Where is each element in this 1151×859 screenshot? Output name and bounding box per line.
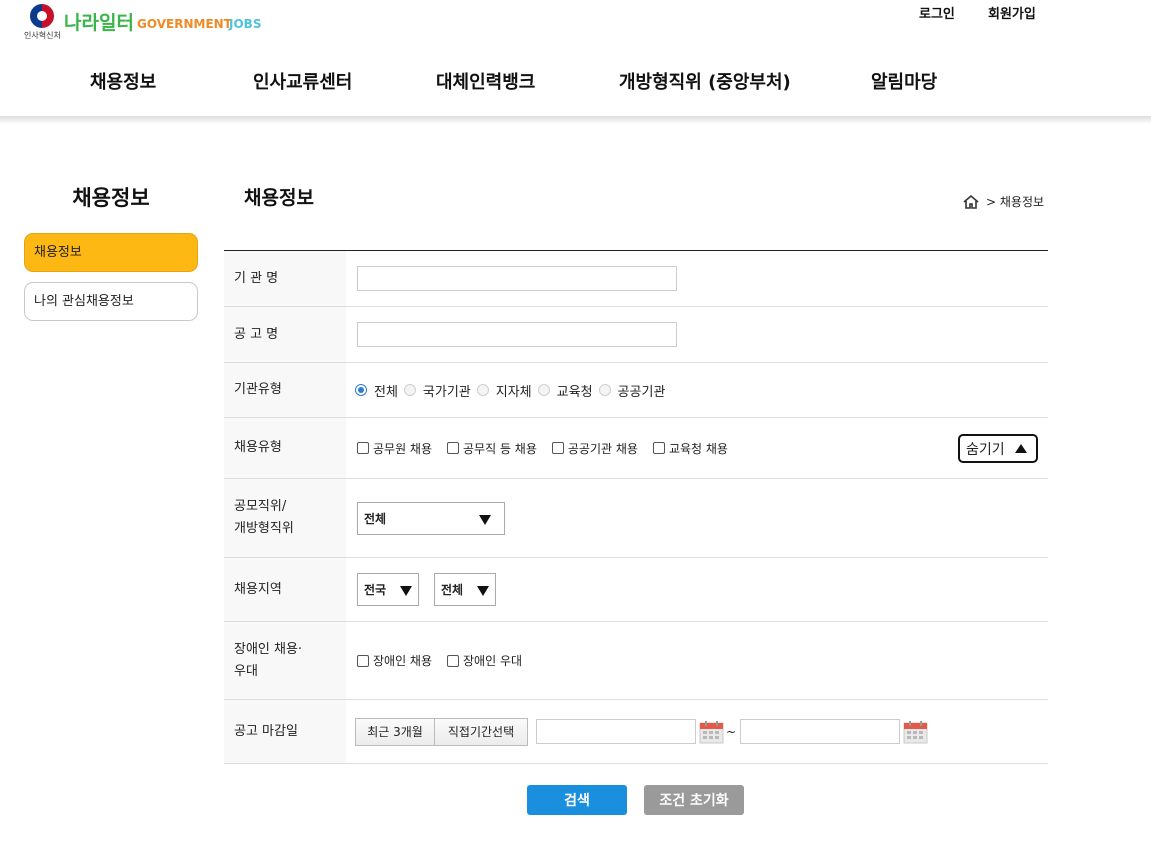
site-logo[interactable]: 인사혁신처 나라일터 GOVERNMENT JOBS bbox=[24, 2, 284, 42]
radio-unchecked-icon[interactable] bbox=[476, 384, 489, 396]
row-region: 채용지역 전국 전체 bbox=[224, 558, 1048, 622]
agency-type-public[interactable]: 공공기관 bbox=[598, 381, 665, 400]
checkbox-icon[interactable] bbox=[357, 442, 369, 454]
nav-substitute-bank[interactable]: 대체인력뱅크 bbox=[436, 68, 535, 94]
checkbox-icon[interactable] bbox=[357, 654, 369, 667]
position-select[interactable]: 전체 bbox=[357, 501, 505, 535]
brand-name-en-2: JOBS bbox=[229, 17, 262, 31]
row-position: 공모직위/ 개방형직위 전체 bbox=[224, 479, 1048, 558]
notice-name-input[interactable] bbox=[357, 322, 677, 347]
checkbox-icon[interactable] bbox=[447, 442, 460, 454]
home-icon[interactable] bbox=[962, 194, 980, 210]
header-shadow bbox=[0, 116, 1151, 124]
end-date-input[interactable] bbox=[740, 719, 901, 744]
row-deadline: 공고 마감일 최근 3개월 직접기간선택 ~ bbox=[224, 700, 1048, 764]
hire-type-label: 채용유형 bbox=[224, 418, 346, 478]
disabled-label: 장애인 채용· 우대 bbox=[224, 622, 346, 699]
signup-link[interactable]: 회원가입 bbox=[988, 3, 1036, 22]
nav-exchange-center[interactable]: 인사교류센터 bbox=[253, 68, 352, 94]
sidebar-title: 채용정보 bbox=[72, 186, 150, 210]
agency-type-all[interactable]: 전체 bbox=[355, 381, 398, 400]
region-label: 채용지역 bbox=[224, 558, 346, 621]
checkbox-icon[interactable] bbox=[551, 442, 564, 454]
brand-name-en-1: GOVERNMENT bbox=[137, 17, 232, 31]
triangle-down-icon bbox=[479, 514, 491, 525]
site-header: 인사혁신처 나라일터 GOVERNMENT JOBS 로그인 회원가입 채용정보… bbox=[0, 0, 1151, 116]
notice-name-label: 공 고 명 bbox=[224, 307, 346, 362]
radio-unchecked-icon[interactable] bbox=[537, 384, 550, 396]
radio-checked-icon[interactable] bbox=[355, 384, 367, 396]
brand-name-kr: 나라일터 bbox=[64, 12, 134, 34]
deadline-label: 공고 마감일 bbox=[224, 700, 346, 763]
row-agency-name: 기 관 명 bbox=[224, 251, 1048, 307]
region-province-select[interactable]: 전국 bbox=[357, 573, 419, 606]
checkbox-icon[interactable] bbox=[652, 442, 665, 454]
breadcrumb-current: > 채용정보 bbox=[986, 195, 1045, 209]
agency-type-label: 기관유형 bbox=[224, 363, 346, 417]
triangle-down-icon bbox=[477, 586, 489, 596]
region-city-select[interactable]: 전체 bbox=[434, 573, 496, 606]
row-agency-type: 기관유형 전체 국가기관 지자체 교육청 공공기관 bbox=[224, 363, 1048, 418]
ministry-name: 인사혁신처 bbox=[24, 31, 61, 40]
breadcrumb: > 채용정보 bbox=[962, 193, 1044, 210]
sidebar-item-my-interests[interactable]: 나의 관심채용정보 bbox=[24, 282, 198, 321]
row-notice-name: 공 고 명 bbox=[224, 307, 1048, 363]
radio-unchecked-icon[interactable] bbox=[598, 384, 611, 396]
date-range-separator: ~ bbox=[726, 724, 737, 739]
start-date-input[interactable] bbox=[536, 719, 696, 744]
hide-toggle-button[interactable]: 숨기기 bbox=[958, 434, 1038, 463]
position-label: 공모직위/ 개방형직위 bbox=[224, 479, 346, 557]
reset-conditions-button[interactable]: 조건 초기화 bbox=[644, 785, 744, 815]
hire-type-public-agency[interactable]: 공공기관 채용 bbox=[551, 440, 638, 457]
calendar-icon[interactable] bbox=[699, 720, 724, 744]
agency-type-national[interactable]: 국가기관 bbox=[403, 381, 471, 400]
row-disabled: 장애인 채용· 우대 장애인 채용 장애인 우대 bbox=[224, 622, 1048, 700]
row-hire-type: 채용유형 공무원 채용 공무직 등 채용 공공기관 채용 교육청 채용 숨기기 bbox=[224, 418, 1048, 479]
page-title: 채용정보 bbox=[244, 187, 314, 209]
nav-open-positions[interactable]: 개방형직위 (중앙부처) bbox=[619, 68, 791, 94]
triangle-down-icon bbox=[400, 586, 412, 596]
triangle-up-icon bbox=[1014, 444, 1027, 453]
agency-name-label: 기 관 명 bbox=[224, 251, 346, 306]
hire-type-public-staff[interactable]: 공무직 등 채용 bbox=[447, 440, 537, 457]
recent-3-months-button[interactable]: 최근 3개월 bbox=[355, 717, 435, 746]
checkbox-icon[interactable] bbox=[447, 654, 460, 667]
agency-type-education[interactable]: 교육청 bbox=[537, 381, 593, 400]
disabled-preference-checkbox[interactable]: 장애인 우대 bbox=[447, 652, 522, 669]
hire-type-civil-servant[interactable]: 공무원 채용 bbox=[357, 440, 432, 457]
sidebar-item-recruitment[interactable]: 채용정보 bbox=[24, 233, 198, 272]
custom-period-button[interactable]: 직접기간선택 bbox=[434, 717, 528, 746]
calendar-icon[interactable] bbox=[903, 720, 928, 744]
nav-notice[interactable]: 알림마당 bbox=[871, 68, 937, 94]
login-link[interactable]: 로그인 bbox=[919, 3, 955, 22]
nav-recruitment[interactable]: 채용정보 bbox=[90, 68, 156, 94]
radio-unchecked-icon[interactable] bbox=[403, 384, 416, 396]
disabled-hire-checkbox[interactable]: 장애인 채용 bbox=[357, 652, 432, 669]
search-button[interactable]: 검색 bbox=[527, 785, 627, 815]
agency-name-input[interactable] bbox=[357, 266, 677, 291]
agency-type-local[interactable]: 지자체 bbox=[476, 381, 532, 400]
government-emblem-icon bbox=[30, 4, 54, 28]
hire-type-education-office[interactable]: 교육청 채용 bbox=[652, 440, 728, 457]
